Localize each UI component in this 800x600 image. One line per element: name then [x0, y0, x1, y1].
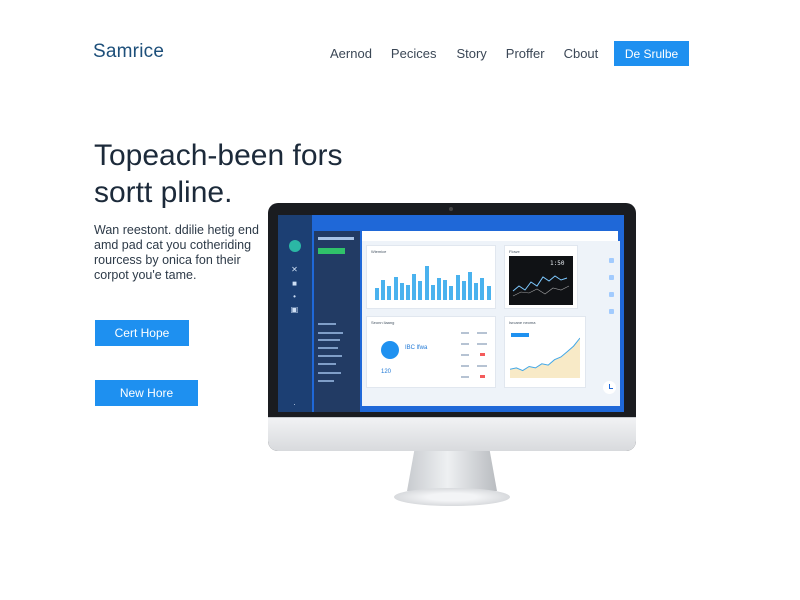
dashboard-screen: ✕ ■ • ▣ · Wiemice Flowe 1:50 Seonn liaan…: [278, 215, 624, 412]
folder-icon[interactable]: ▣: [290, 305, 299, 314]
table-row: [461, 354, 469, 356]
bar-chart-bar: [449, 286, 454, 300]
bar-chart-bar: [455, 275, 460, 300]
panel-line: [318, 323, 336, 325]
bar-chart-bar: [393, 276, 398, 300]
dashboard-panel: [314, 231, 360, 412]
status-badge: [480, 353, 485, 356]
monitor-stand-neck: [407, 451, 497, 491]
hero-primary-button[interactable]: Cert Hope: [95, 320, 189, 346]
top-navigation: Aernod Pecices Story Proffer Cbout: [330, 46, 598, 61]
dashboard-topbar: [362, 231, 618, 241]
nav-item-5[interactable]: Cbout: [564, 46, 599, 61]
panel-line: [318, 380, 334, 382]
panel-line: [318, 347, 338, 349]
list-icon[interactable]: •: [290, 292, 299, 301]
card-title: Isrcane neoma: [509, 320, 536, 325]
right-toolbar-icon[interactable]: [609, 309, 614, 314]
nav-item-3[interactable]: Story: [456, 46, 486, 61]
settings-icon[interactable]: ·: [290, 400, 299, 409]
stats-card: Seonn liaang IBC lfwa 120: [366, 316, 496, 388]
hero-subtitle: Wan reestont. ddilie hetig end amd pad c…: [94, 223, 259, 282]
bar-chart-bar: [381, 279, 386, 300]
card-title: Wiemice: [371, 249, 387, 254]
monitor-chin: [268, 417, 636, 451]
table-row: [477, 332, 487, 334]
panel-header: [318, 237, 354, 240]
dark-value: 1:50: [550, 260, 565, 267]
bar-chart-bar: [430, 284, 435, 300]
table-row: [477, 343, 487, 345]
bar-chart-bar: [418, 281, 423, 300]
dark-card-container: Flowe 1:50: [504, 245, 578, 309]
bar-chart-bar: [474, 283, 479, 300]
bar-chart-bar: [375, 287, 379, 300]
bar-chart-bar: [399, 283, 404, 300]
table-row: [461, 343, 469, 345]
panel-line: [318, 372, 341, 374]
area-chart-card: Isrcane neoma: [504, 316, 586, 388]
area-chart: [510, 337, 580, 378]
chart-icon: [381, 341, 399, 359]
document-icon[interactable]: ■: [290, 279, 299, 288]
panel-line: [318, 363, 336, 365]
camera-icon: [449, 207, 453, 211]
panel-line: [318, 332, 343, 334]
nav-item-4[interactable]: Proffer: [506, 46, 545, 61]
clock-icon[interactable]: [603, 381, 616, 394]
monitor-stand-base: [394, 488, 510, 506]
panel-line: [318, 339, 340, 341]
table-row: [461, 365, 469, 367]
status-badge: [480, 375, 485, 378]
dark-metric-panel: 1:50: [509, 256, 573, 305]
bar-chart-bar: [437, 278, 441, 300]
tools-icon[interactable]: ✕: [290, 265, 299, 274]
bar-chart-bar: [461, 281, 466, 300]
hero-title: Topeach-been fors sortt pline.: [94, 139, 343, 209]
bar-chart-bar: [480, 278, 485, 300]
bar-chart-bar: [486, 286, 491, 300]
bar-chart-bar: [406, 284, 410, 300]
nav-item-2[interactable]: Pecices: [391, 46, 437, 61]
right-toolbar-icon[interactable]: [609, 275, 614, 280]
table-row: [461, 332, 469, 334]
metric-value: 120: [381, 369, 392, 375]
bar-chart-bar: [468, 272, 472, 300]
brand-logo[interactable]: Samrice: [93, 41, 164, 63]
dashboard-sidebar: ✕ ■ • ▣ ·: [278, 215, 312, 412]
card-title: Flowe: [509, 249, 520, 254]
bar-chart-bar: [443, 279, 448, 300]
nav-item-1[interactable]: Aernod: [330, 46, 372, 61]
bar-chart-bar: [424, 266, 429, 300]
bar-chart-bar: [387, 286, 392, 300]
bar-chart-bar: [412, 273, 417, 300]
right-toolbar-icon[interactable]: [609, 292, 614, 297]
bar-chart-card: Wiemice: [366, 245, 496, 309]
panel-action-button[interactable]: [318, 248, 345, 254]
table-row: [461, 376, 469, 378]
card-title: Seonn liaang: [371, 320, 395, 325]
panel-line: [318, 355, 342, 357]
header-cta-button[interactable]: De Srulbe: [614, 41, 689, 66]
metric-label: IBC lfwa: [405, 345, 428, 351]
table-row: [477, 365, 487, 367]
app-logo-icon[interactable]: [289, 240, 301, 252]
right-toolbar-icon[interactable]: [609, 258, 614, 263]
hero-secondary-button[interactable]: New Hore: [95, 380, 198, 406]
